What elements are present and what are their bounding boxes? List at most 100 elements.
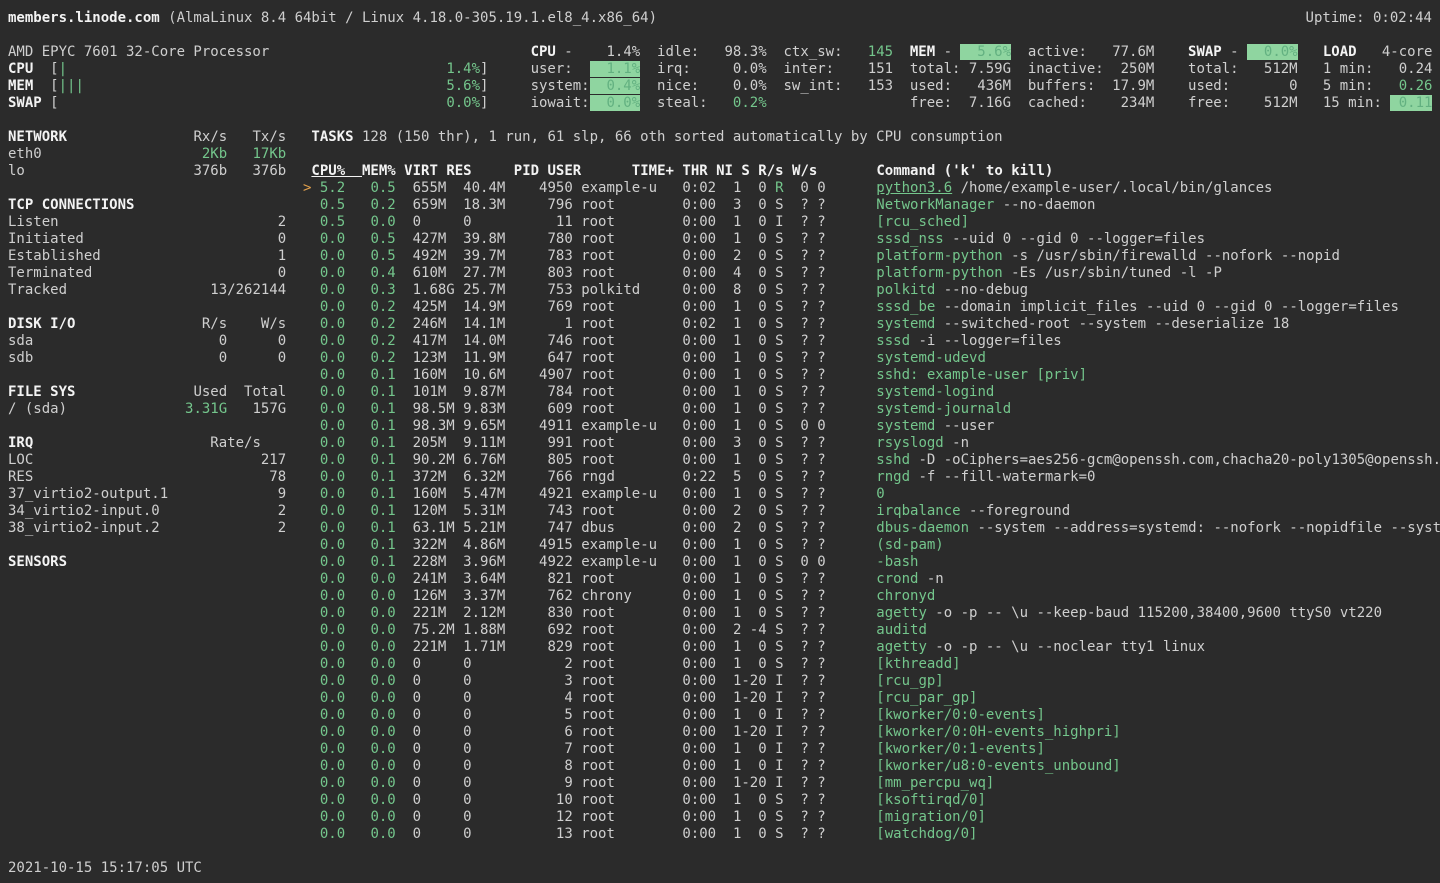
process-row: 0.0 0.0 0 0 3 root 0:00 1-20 I ? ? [rcu_… xyxy=(303,673,1440,690)
quicklook-panel: AMD EPYC 7601 32-Core ProcessorCPU [| 1.… xyxy=(8,44,488,112)
process-row: 0.0 0.0 0 0 10 root 0:00 1 0 S ? ? [ksof… xyxy=(303,792,1440,809)
process-row: 0.0 0.0 241M 3.64M 821 root 0:00 1 0 S ?… xyxy=(303,571,1440,588)
network-row: lo 376b 376b xyxy=(8,163,286,180)
process-row: 0.0 0.0 0 0 8 root 0:00 1 0 I ? ? [kwork… xyxy=(303,758,1440,775)
process-row: 0.0 0.0 75.2M 1.88M 692 root 0:00 2 -4 S… xyxy=(303,622,1440,639)
disk-row: sdb 0 0 xyxy=(8,350,286,367)
tasks-summary-line: TASKS 128 (150 thr), 1 run, 61 slp, 66 o… xyxy=(311,129,1002,146)
process-row: 0.0 0.4 610M 27.7M 803 root 0:00 4 0 S ?… xyxy=(303,265,1440,282)
process-row: 0.0 0.0 0 0 9 root 0:00 1-20 I ? ? [mm_p… xyxy=(303,775,1440,792)
process-row: 0.0 0.0 0 0 12 root 0:00 1 0 S ? ? [migr… xyxy=(303,809,1440,826)
process-row: 0.0 0.1 205M 9.11M 991 root 0:00 3 0 S ?… xyxy=(303,435,1440,452)
fs-header: FILE SYS Used Total xyxy=(8,384,286,401)
process-row: 0.0 0.1 160M 10.6M 4907 root 0:00 1 0 S … xyxy=(303,367,1440,384)
irq-panel: IRQ Rate/sLOC 217RES 7837_virtio2-output… xyxy=(8,435,286,537)
irq-header: IRQ Rate/s xyxy=(8,435,286,452)
filesystem-panel: FILE SYS Used Total/ (sda) 3.31G 157G xyxy=(8,384,286,418)
process-table-header: CPU% MEM% VIRT RES PID USER TIME+ THR NI… xyxy=(311,163,1053,180)
uptime-value: 0:02:44 xyxy=(1373,10,1432,26)
process-row: 0.0 0.5 427M 39.8M 780 root 0:00 1 0 S ?… xyxy=(303,231,1440,248)
tcp-row: Tracked 13/262144 xyxy=(8,282,286,299)
disk-header: DISK I/O R/s W/s xyxy=(8,316,286,333)
tcp-row: Terminated 0 xyxy=(8,265,286,282)
irq-row: LOC 217 xyxy=(8,452,286,469)
os-info: (AlmaLinux 8.4 64bit / Linux 4.18.0-305.… xyxy=(160,10,657,26)
network-header: NETWORK Rx/s Tx/s xyxy=(8,129,286,146)
quicklook-gauge: CPU [| 1.4%] xyxy=(8,61,488,78)
window-title: members.linode.com (AlmaLinux 8.4 64bit … xyxy=(8,10,657,27)
process-row: 0.0 0.1 101M 9.87M 784 root 0:00 1 0 S ?… xyxy=(303,384,1440,401)
process-row: 0.0 0.3 1.68G 25.7M 753 polkitd 0:00 8 0… xyxy=(303,282,1440,299)
process-row: 0.0 0.1 372M 6.32M 766 rngd 0:22 5 0 S ?… xyxy=(303,469,1440,486)
process-row: 0.0 0.2 417M 14.0M 746 root 0:00 1 0 S ?… xyxy=(303,333,1440,350)
sensors-panel: SENSORS xyxy=(8,554,67,571)
irq-row: RES 78 xyxy=(8,469,286,486)
process-row: 0.0 0.1 63.1M 5.21M 747 dbus 0:00 2 0 S … xyxy=(303,520,1440,537)
quicklook-gauge: MEM [||| 5.6%] xyxy=(8,78,488,95)
fs-row: / (sda) 3.31G 157G xyxy=(8,401,286,418)
process-row: 0.0 0.0 221M 2.12M 830 root 0:00 1 0 S ?… xyxy=(303,605,1440,622)
process-row: 0.5 0.2 659M 18.3M 796 root 0:00 3 0 S ?… xyxy=(303,197,1440,214)
irq-row: 34_virtio2-input.0 2 xyxy=(8,503,286,520)
irq-row: 38_virtio2-input.2 2 xyxy=(8,520,286,537)
swap-stats-row: free: 512M xyxy=(1188,95,1298,112)
mem-panel: MEM - 5.6% active: 77.6Mtotal: 7.59G ina… xyxy=(910,44,1154,112)
cpu-panel: CPU - 1.4% idle: 98.3% ctx_sw: 145user: … xyxy=(531,44,894,112)
glances-terminal: members.linode.com (AlmaLinux 8.4 64bit … xyxy=(0,0,1440,883)
process-row: 0.0 0.1 120M 5.31M 743 root 0:00 2 0 S ?… xyxy=(303,503,1440,520)
cpu-model: AMD EPYC 7601 32-Core Processor xyxy=(8,44,488,61)
process-row: 0.0 0.0 0 0 4 root 0:00 1-20 I ? ? [rcu_… xyxy=(303,690,1440,707)
process-row: 0.0 0.0 0 0 5 root 0:00 1 0 I ? ? [kwork… xyxy=(303,707,1440,724)
uptime-label: Uptime: xyxy=(1306,10,1373,26)
cpu-stats-row: system: 0.4% nice: 0.0% sw_int: 153 xyxy=(531,78,894,95)
process-row: 0.5 0.0 0 0 11 root 0:00 1 0 I ? ? [rcu_… xyxy=(303,214,1440,231)
process-header-line: CPU% MEM% VIRT RES PID USER TIME+ THR NI… xyxy=(311,163,1053,180)
swap-stats-row: SWAP - 0.0% xyxy=(1188,44,1298,61)
process-row: 0.0 0.0 0 0 7 root 0:00 1 0 I ? ? [kwork… xyxy=(303,741,1440,758)
load-stats-row: 15 min: 0.11 xyxy=(1323,95,1433,112)
process-row: 0.0 0.2 425M 14.9M 769 root 0:00 1 0 S ?… xyxy=(303,299,1440,316)
mem-stats-row: free: 7.16G cached: 234M xyxy=(910,95,1154,112)
mem-stats-row: MEM - 5.6% active: 77.6M xyxy=(910,44,1154,61)
network-panel: NETWORK Rx/s Tx/seth0 2Kb 17Kblo 376b 37… xyxy=(8,129,286,180)
load-stats-row: 5 min: 0.26 xyxy=(1323,78,1433,95)
process-row: 0.0 0.0 221M 1.71M 829 root 0:00 1 0 S ?… xyxy=(303,639,1440,656)
process-row: 0.0 0.2 123M 11.9M 647 root 0:00 1 0 S ?… xyxy=(303,350,1440,367)
process-row: 0.0 0.1 90.2M 6.76M 805 root 0:00 1 0 S … xyxy=(303,452,1440,469)
cpu-stats-row: CPU - 1.4% idle: 98.3% ctx_sw: 145 xyxy=(531,44,894,61)
tcp-header: TCP CONNECTIONS xyxy=(8,197,286,214)
cpu-stats-row: user: 1.1% irq: 0.0% inter: 151 xyxy=(531,61,894,78)
irq-row: 37_virtio2-output.1 9 xyxy=(8,486,286,503)
tcp-connections-panel: TCP CONNECTIONSListen 2Initiated 0Establ… xyxy=(8,197,286,299)
disk-io-panel: DISK I/O R/s W/ssda 0 0sdb 0 0 xyxy=(8,316,286,367)
status-clock: 2021-10-15 15:17:05 UTC xyxy=(8,860,202,877)
process-row: 0.0 0.2 246M 14.1M 1 root 0:02 1 0 S ? ?… xyxy=(303,316,1440,333)
swap-stats-row: used: 0 xyxy=(1188,78,1298,95)
quicklook-gauge: SWAP [ 0.0%] xyxy=(8,95,488,112)
cpu-stats-row: iowait: 0.0% steal: 0.2% xyxy=(531,95,894,112)
mem-stats-row: used: 436M buffers: 17.9M xyxy=(910,78,1154,95)
process-row: 0.0 0.1 160M 5.47M 4921 example-u 0:00 1… xyxy=(303,486,1440,503)
process-row: 0.0 0.0 126M 3.37M 762 chrony 0:00 1 0 S… xyxy=(303,588,1440,605)
process-row: 0.0 0.1 322M 4.86M 4915 example-u 0:00 1… xyxy=(303,537,1440,554)
process-row: 0.0 0.0 0 0 2 root 0:00 1 0 S ? ? [kthre… xyxy=(303,656,1440,673)
hostname: members.linode.com xyxy=(8,10,160,26)
process-row: 0.0 0.0 0 0 6 root 0:00 1-20 I ? ? [kwor… xyxy=(303,724,1440,741)
process-table: > 5.2 0.5 655M 40.4M 4950 example-u 0:02… xyxy=(303,180,1440,843)
process-row: 0.0 0.0 0 0 13 root 0:00 1 0 S ? ? [watc… xyxy=(303,826,1440,843)
swap-panel: SWAP - 0.0%total: 512Mused: 0free: 512M xyxy=(1188,44,1298,112)
process-row: > 5.2 0.5 655M 40.4M 4950 example-u 0:02… xyxy=(303,180,1440,197)
process-row: 0.0 0.5 492M 39.7M 783 root 0:00 2 0 S ?… xyxy=(303,248,1440,265)
process-row: 0.0 0.1 98.5M 9.83M 609 root 0:00 1 0 S … xyxy=(303,401,1440,418)
load-stats-row: 1 min: 0.24 xyxy=(1323,61,1433,78)
load-panel: LOAD 4-core1 min: 0.245 min: 0.2615 min:… xyxy=(1323,44,1433,112)
tcp-row: Established 1 xyxy=(8,248,286,265)
tcp-row: Listen 2 xyxy=(8,214,286,231)
disk-row: sda 0 0 xyxy=(8,333,286,350)
tcp-row: Initiated 0 xyxy=(8,231,286,248)
tasks-summary: TASKS 128 (150 thr), 1 run, 61 slp, 66 o… xyxy=(311,129,1002,146)
swap-stats-row: total: 512M xyxy=(1188,61,1298,78)
process-row: 0.0 0.1 228M 3.96M 4922 example-u 0:00 1… xyxy=(303,554,1440,571)
process-row: 0.0 0.1 98.3M 9.65M 4911 example-u 0:00 … xyxy=(303,418,1440,435)
sensors-header: SENSORS xyxy=(8,554,67,571)
